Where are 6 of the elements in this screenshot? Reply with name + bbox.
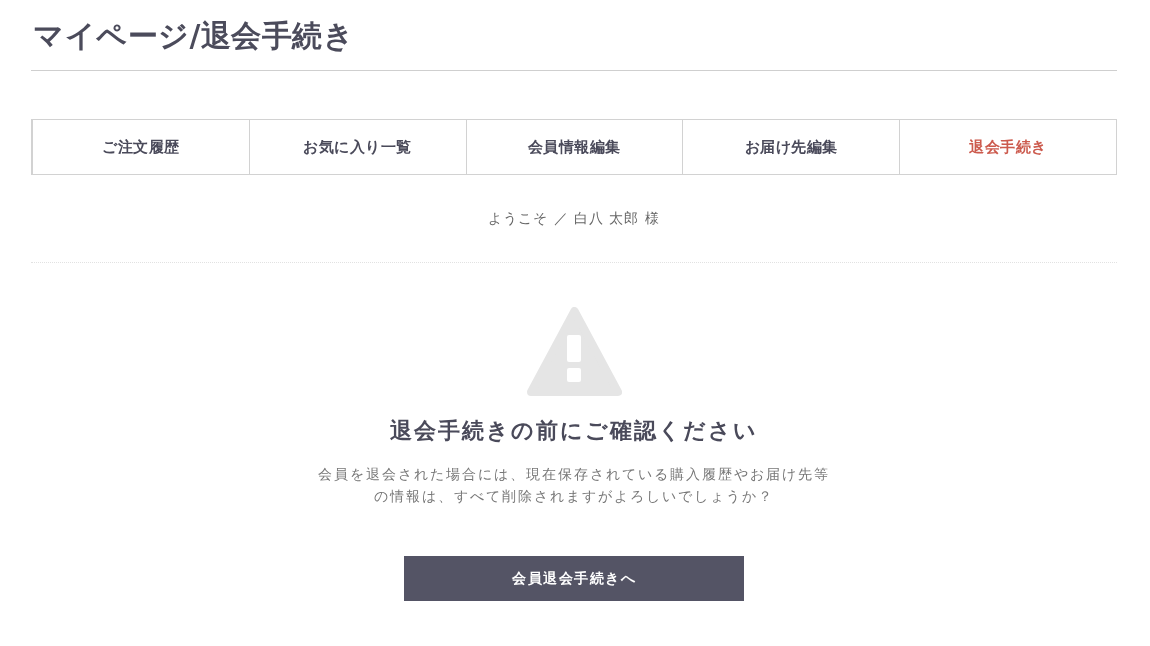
page-title: マイページ/退会手続き — [33, 17, 356, 55]
notice-message: 会員を退会された場合には、現在保存されている購入履歴やお届け先等の情報は、すべて削除されますがよろしいでしょうか？ — [317, 465, 831, 506]
notice-heading: 退会手続きの前にご確認ください — [390, 417, 758, 445]
welcome-text: ようこそ ／ 白八 太郎 様 — [488, 210, 660, 226]
withdraw-button[interactable]: 会員退会手続きへ — [404, 556, 744, 601]
warning-icon — [526, 307, 622, 396]
